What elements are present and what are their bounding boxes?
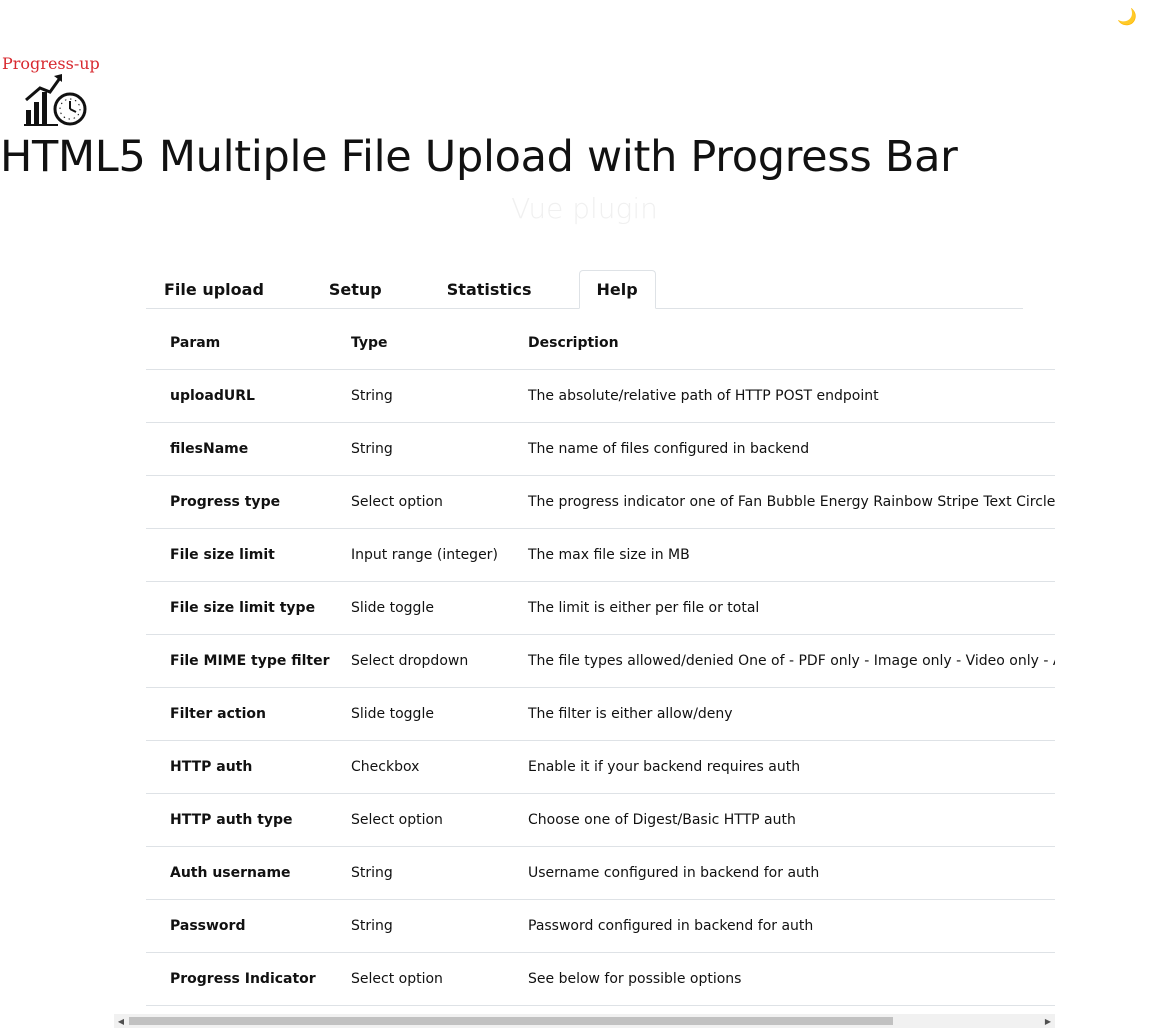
help-table-container: Param Type Description uploadURL String Th… (146, 316, 1055, 1006)
tab-help[interactable]: Help (578, 270, 656, 309)
type-cell: Select option (327, 952, 504, 1006)
description-cell: Choose one of Digest/Basic HTTP auth (504, 793, 1055, 847)
description-cell: The file types allowed/denied One of - P… (504, 634, 1055, 688)
moon-icon: 🌙 (1117, 7, 1137, 26)
description-cell: The absolute/relative path of HTTP POST … (504, 369, 1055, 423)
horizontal-scrollbar[interactable]: ◀ ▶ (114, 1014, 1055, 1028)
type-cell: Slide toggle (327, 687, 504, 741)
table-row: Progress Indicator Select option See below… (146, 952, 1055, 1006)
table-row: Filter action Slide toggle The filter is e… (146, 687, 1055, 741)
param-cell: File size limit (146, 528, 327, 582)
page-subtitle: Vue plugin (511, 192, 658, 225)
tab-statistics[interactable]: Statistics (429, 270, 550, 308)
description-cell: The filter is either allow/deny (504, 687, 1055, 741)
table-row: Auth username String Username configured i… (146, 846, 1055, 900)
description-cell: The limit is either per file or total (504, 581, 1055, 635)
description-cell: Username configured in backend for auth (504, 846, 1055, 900)
param-cell: HTTP auth (146, 740, 327, 794)
column-header-param: Param (170, 334, 221, 351)
param-cell: Password (146, 899, 327, 953)
type-cell: Checkbox (327, 740, 504, 794)
param-cell: filesName (146, 422, 327, 476)
table-row: File size limit Input range (integer) The … (146, 528, 1055, 582)
param-cell: HTTP auth type (146, 793, 327, 847)
type-cell: Input range (integer) (327, 528, 504, 582)
table-header-row: Param Type Description (146, 316, 1055, 370)
logo-text: Progress-up (2, 54, 100, 73)
param-cell: File MIME type filter (146, 634, 330, 688)
table-row: HTTP auth type Select option Choose one of… (146, 793, 1055, 847)
param-cell: Filter action (146, 687, 327, 741)
type-cell: String (327, 846, 504, 900)
scroll-left-arrow-icon[interactable]: ◀ (114, 1014, 128, 1028)
description-cell: The max file size in MB (504, 528, 1055, 582)
param-cell: Auth username (146, 846, 327, 900)
column-header-type: Type (351, 334, 388, 351)
param-cell: uploadURL (146, 369, 327, 423)
scrollbar-thumb[interactable] (129, 1017, 893, 1025)
page-title: HTML5 Multiple File Upload with Progress… (0, 132, 958, 182)
description-cell: Enable it if your backend requires auth (504, 740, 1055, 794)
table-row: Password String Password configured in bac… (146, 899, 1055, 953)
type-cell: Select option (327, 475, 504, 529)
description-cell: Password configured in backend for auth (504, 899, 1055, 953)
description-cell: The name of files configured in backend (504, 422, 1055, 476)
type-cell: Select option (327, 793, 504, 847)
type-cell: String (327, 899, 504, 953)
param-cell: Progress Indicator (146, 952, 327, 1006)
scroll-right-arrow-icon[interactable]: ▶ (1041, 1014, 1055, 1028)
tab-bar: File upload Setup Statistics Help (146, 270, 1023, 309)
table-row: File MIME type filter Select dropdown The … (146, 634, 1055, 688)
help-table: Param Type Description uploadURL String Th… (146, 316, 1055, 1006)
chart-clock-icon (24, 74, 87, 126)
table-row: filesName String The name of files configu… (146, 422, 1055, 476)
param-cell: File size limit type (146, 581, 327, 635)
table-row: File size limit type Slide toggle The limi… (146, 581, 1055, 635)
type-cell: Select dropdown (327, 634, 504, 688)
type-cell: String (327, 422, 504, 476)
type-cell: String (327, 369, 504, 423)
param-cell: Progress type (146, 475, 327, 529)
table-row: HTTP auth Checkbox Enable it if your backe… (146, 740, 1055, 794)
theme-toggle-button[interactable]: 🌙 (1116, 6, 1138, 28)
description-cell: See below for possible options (504, 952, 1055, 1006)
logo[interactable]: Progress-up (0, 52, 110, 130)
table-row: Progress type Select option The progress i… (146, 475, 1055, 529)
table-row: uploadURL String The absolute/relative pat… (146, 369, 1055, 423)
description-cell: The progress indicator one of Fan Bubble… (504, 475, 1055, 529)
type-cell: Slide toggle (327, 581, 504, 635)
column-header-description: Description (528, 334, 619, 351)
tab-file-upload[interactable]: File upload (146, 270, 282, 308)
tab-setup[interactable]: Setup (311, 270, 400, 308)
